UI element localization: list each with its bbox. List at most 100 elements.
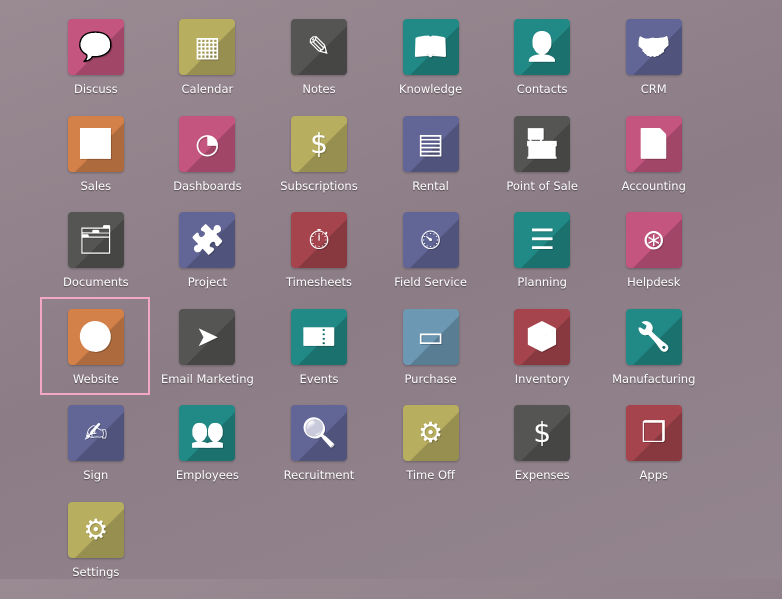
app-label: Subscriptions: [280, 178, 358, 193]
app-employees[interactable]: 👥 Employees: [152, 405, 264, 502]
credit-card-icon: ▭: [417, 319, 444, 353]
app-grid: 💬 Discuss ▦ Calendar ✎ Notes 📖 Knowledge…: [40, 19, 710, 599]
shop-icon: 🏪: [524, 126, 560, 160]
app-rental[interactable]: ▤ Rental: [375, 115, 487, 213]
paper-plane-icon: ➤: [195, 319, 220, 353]
person-dollar-icon: $: [533, 416, 552, 450]
app-crm[interactable]: 🤝 CRM: [598, 19, 710, 116]
app-dashboards[interactable]: ◔ Dashboards: [152, 115, 264, 213]
app-tile[interactable]: 🤝: [625, 19, 682, 75]
app-tile[interactable]: 🏪: [514, 115, 571, 172]
app-label: Settings: [72, 564, 120, 579]
app-label: Recruitment: [283, 468, 355, 483]
app-subscriptions[interactable]: $ Subscriptions: [263, 115, 375, 213]
app-tile[interactable]: 📖: [402, 19, 459, 75]
app-inventory[interactable]: 📦 Inventory: [486, 308, 598, 406]
app-label: Discuss: [73, 82, 118, 96]
app-tile[interactable]: 🌎: [67, 308, 124, 365]
app-tile[interactable]: ☰: [514, 212, 571, 269]
app-label: Employees: [175, 468, 239, 483]
app-tile[interactable]: ⏲: [402, 212, 459, 269]
app-website[interactable]: 🌎 Website: [40, 308, 152, 406]
person-gear-icon: ⚙: [418, 416, 444, 450]
app-label: Events: [299, 371, 339, 386]
magnifier-person-icon: 🔍: [301, 416, 337, 450]
app-tile[interactable]: ✍: [67, 405, 124, 462]
app-label: Sales: [80, 178, 112, 193]
app-accounting[interactable]: 📄 Accounting: [598, 115, 710, 213]
app-helpdesk[interactable]: ⊛ Helpdesk: [598, 212, 710, 309]
app-tile[interactable]: 👤: [514, 19, 571, 75]
people-group-icon: 👥: [189, 416, 225, 450]
app-label: Field Service: [394, 275, 467, 290]
trend-chart-icon: 📈: [78, 126, 114, 160]
app-tile[interactable]: ▤: [402, 115, 459, 172]
app-calendar[interactable]: ▦ Calendar: [152, 19, 264, 116]
app-planning[interactable]: ☰ Planning: [486, 212, 598, 309]
app-label: Helpdesk: [627, 275, 681, 290]
wrench-icon: 🔧: [636, 319, 672, 353]
app-tile[interactable]: ➤: [179, 308, 236, 365]
app-label: Inventory: [514, 371, 570, 386]
app-field-service[interactable]: ⏲ Field Service: [375, 212, 487, 309]
app-events[interactable]: 🎫 Events: [263, 308, 375, 406]
app-label: Website: [72, 371, 119, 386]
app-tile[interactable]: 🔍: [290, 405, 347, 462]
app-settings[interactable]: ⚙ Settings: [40, 501, 152, 599]
app-purchase[interactable]: ▭ Purchase: [375, 308, 487, 406]
app-sign[interactable]: ✍ Sign: [40, 405, 152, 502]
app-sales[interactable]: 📈 Sales: [40, 115, 152, 213]
app-tile[interactable]: 🎫: [290, 308, 347, 365]
app-label: Sign: [83, 468, 109, 483]
app-project[interactable]: 🧩 Project: [152, 212, 264, 309]
app-apps[interactable]: ❒ Apps: [598, 405, 710, 502]
app-point-of-sale[interactable]: 🏪 Point of Sale: [486, 115, 598, 213]
app-tile[interactable]: ⚙: [402, 405, 459, 462]
app-tile[interactable]: 📄: [625, 115, 682, 172]
puzzle-clock-icon: ⏲: [419, 223, 442, 257]
app-tile[interactable]: 💬: [67, 19, 124, 75]
app-tile[interactable]: ✎: [290, 19, 347, 75]
app-tile[interactable]: ⊛: [625, 212, 682, 269]
planning-clock-icon: ☰: [529, 223, 555, 257]
app-tile[interactable]: 👥: [179, 405, 236, 462]
notes-pencil-icon: ✎: [307, 30, 331, 63]
app-contacts[interactable]: 👤 Contacts: [486, 19, 598, 116]
app-tile[interactable]: ⏱: [290, 212, 347, 269]
gantt-grid-icon: ▤: [417, 126, 444, 160]
app-discuss[interactable]: 💬 Discuss: [40, 19, 152, 116]
cubes-icon: ❒: [641, 416, 667, 450]
app-tile[interactable]: ❒: [625, 405, 682, 462]
gauge-icon: ◔: [195, 126, 220, 160]
app-label: Dashboards: [173, 178, 242, 193]
lifebuoy-icon: ⊛: [642, 223, 666, 257]
app-knowledge[interactable]: 📖 Knowledge: [375, 19, 487, 116]
app-manufacturing[interactable]: 🔧 Manufacturing: [598, 308, 710, 406]
app-tile[interactable]: ▦: [179, 19, 236, 75]
app-tile[interactable]: ⚙: [67, 501, 124, 558]
app-label: Calendar: [181, 82, 234, 96]
document-gear-icon: 📄: [636, 126, 672, 160]
open-box-icon: 📦: [524, 319, 560, 353]
app-email-marketing[interactable]: ➤ Email Marketing: [152, 308, 264, 406]
app-tile[interactable]: $: [514, 405, 571, 462]
app-label: Notes: [302, 82, 336, 96]
app-label: Rental: [412, 178, 449, 193]
app-documents[interactable]: 🗂 Documents: [40, 212, 152, 309]
app-tile[interactable]: 📦: [514, 308, 571, 365]
app-tile[interactable]: ◔: [179, 115, 236, 172]
app-label: Point of Sale: [506, 178, 578, 193]
app-tile[interactable]: 🧩: [179, 212, 236, 269]
app-tile[interactable]: 🗂: [67, 212, 124, 269]
recurring-dollar-icon: $: [310, 126, 328, 160]
app-tile[interactable]: 🔧: [625, 308, 682, 365]
app-tile[interactable]: ▭: [402, 308, 459, 365]
app-label: Apps: [639, 468, 668, 483]
app-notes[interactable]: ✎ Notes: [263, 19, 375, 116]
app-time-off[interactable]: ⚙ Time Off: [375, 405, 487, 502]
app-expenses[interactable]: $ Expenses: [486, 405, 598, 502]
app-timesheets[interactable]: ⏱ Timesheets: [263, 212, 375, 309]
app-tile[interactable]: 📈: [67, 115, 124, 172]
app-tile[interactable]: $: [290, 115, 347, 172]
app-recruitment[interactable]: 🔍 Recruitment: [263, 405, 375, 502]
